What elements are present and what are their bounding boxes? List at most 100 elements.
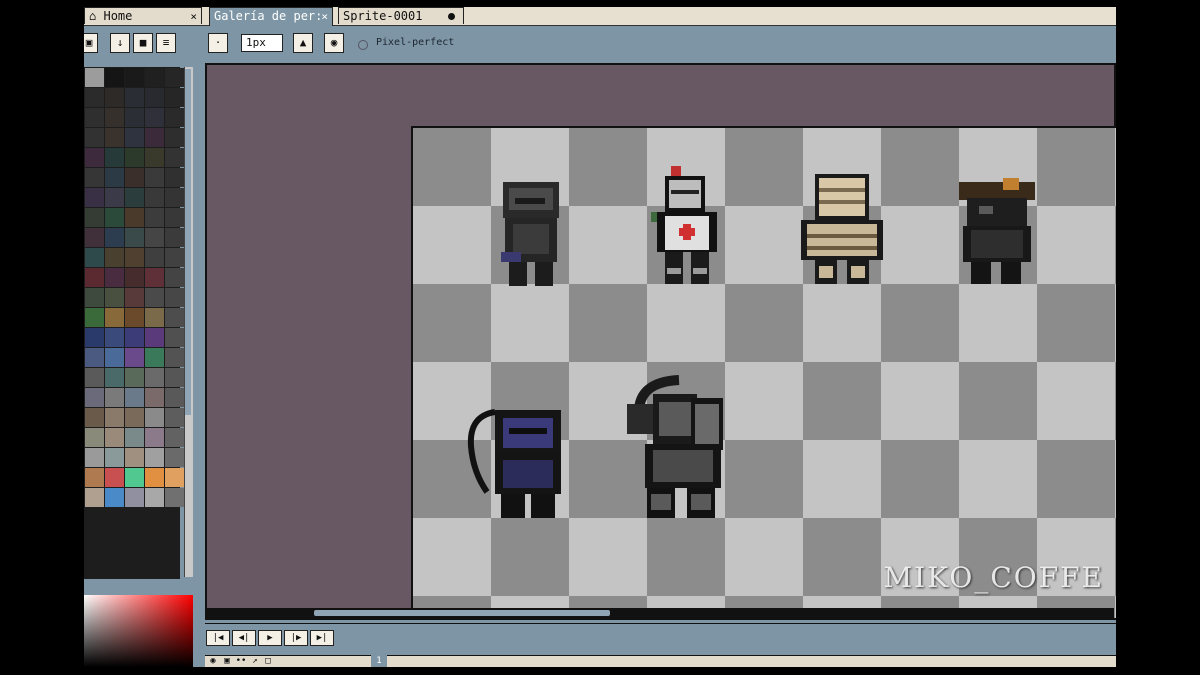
palette-swatch[interactable] [125,348,144,367]
link-icon[interactable]: ↗ [249,656,261,666]
pixel-perfect-checkbox[interactable] [358,40,368,50]
palette-swatch[interactable] [85,188,104,207]
palette-swatch[interactable] [165,188,184,207]
palette-swatch[interactable] [125,68,144,87]
palette-swatch[interactable] [165,328,184,347]
palette-swatch[interactable] [125,408,144,427]
palette-swatch[interactable] [105,348,124,367]
palette-swatch[interactable] [105,308,124,327]
palette-swatch[interactable] [145,408,164,427]
prev-frame-icon[interactable]: ◀| [232,630,256,646]
palette-swatch[interactable] [165,308,184,327]
palette-swatch[interactable] [85,468,104,487]
palette-swatch[interactable] [85,348,104,367]
palette-swatch[interactable] [105,208,124,227]
palette-swatch[interactable] [165,168,184,187]
palette-swatch[interactable] [145,308,164,327]
lock-icon[interactable]: ▣ [84,33,98,53]
first-frame-icon[interactable]: |◀ [206,630,230,646]
palette-swatch[interactable] [125,228,144,247]
palette-swatch[interactable] [85,88,104,107]
palette-swatch[interactable] [165,128,184,147]
palette-swatch[interactable] [165,368,184,387]
palette-swatch[interactable] [165,68,184,87]
palette-swatch[interactable] [105,468,124,487]
palette-swatch[interactable] [145,248,164,267]
palette-swatch[interactable] [125,288,144,307]
palette-swatch[interactable] [165,88,184,107]
palette-swatch[interactable] [125,448,144,467]
palette-swatch[interactable] [165,288,184,307]
palette-swatch[interactable] [145,328,164,347]
palette-swatch[interactable] [105,128,124,147]
palette-swatch[interactable] [125,488,144,507]
play-icon[interactable]: ▶ [258,630,282,646]
palette-swatch[interactable] [125,368,144,387]
palette-swatch[interactable] [105,428,124,447]
palette-swatch[interactable] [85,408,104,427]
menu-icon[interactable]: ≡ [156,33,176,53]
palette-swatch[interactable] [85,388,104,407]
canvas-scroll-thumb[interactable] [314,610,610,616]
palette-swatch[interactable] [105,328,124,347]
palette-swatch[interactable] [105,188,124,207]
palette-swatch[interactable] [165,428,184,447]
palette-swatch[interactable] [125,428,144,447]
palette-swatch[interactable] [125,468,144,487]
tab-sprite[interactable]: Sprite-0001 [338,7,464,24]
palette-swatch[interactable] [145,388,164,407]
close-icon[interactable]: × [190,8,197,24]
palette-swatch[interactable] [165,448,184,467]
tab-home[interactable]: ⌂ Home × [84,7,202,24]
palette-swatch[interactable] [145,488,164,507]
palette-swatch[interactable] [145,148,164,167]
palette-swatch[interactable] [125,308,144,327]
palette-swatch[interactable] [85,168,104,187]
palette-swatch[interactable] [85,288,104,307]
palette-swatch[interactable] [125,128,144,147]
palette-swatch[interactable] [165,228,184,247]
onion-skin-icon[interactable]: ◉ [207,656,219,666]
palette-swatch[interactable] [105,448,124,467]
palette-swatch[interactable] [85,128,104,147]
palette-swatch[interactable] [165,148,184,167]
palette-swatch[interactable] [125,388,144,407]
color-picker-field[interactable] [84,595,193,667]
palette-swatch[interactable] [125,148,144,167]
palette-swatch[interactable] [145,168,164,187]
frame-number[interactable]: 1 [371,655,387,667]
ink-icon[interactable]: ▲ [293,33,313,53]
palette-swatch[interactable] [85,368,104,387]
palette-swatch[interactable] [145,208,164,227]
close-icon[interactable]: × [321,8,328,25]
palette-swatch[interactable] [145,348,164,367]
palette-swatch[interactable] [125,208,144,227]
brush-type-dot-icon[interactable]: · [208,33,228,53]
palette-swatch[interactable] [85,328,104,347]
palette-swatch[interactable] [165,268,184,287]
palette-swatch[interactable] [85,308,104,327]
palette-swatch[interactable] [85,428,104,447]
palette-swatch[interactable] [145,468,164,487]
stop-square-icon[interactable]: ■ [133,33,153,53]
palette-swatch[interactable] [85,488,104,507]
palette-swatch[interactable] [85,68,104,87]
palette-swatch[interactable] [105,388,124,407]
palette-swatch[interactable] [85,448,104,467]
palette-swatch[interactable] [145,228,164,247]
visibility-icon[interactable]: •• [235,656,247,666]
tab-galeria[interactable]: Galería de per: × [209,7,333,26]
palette-swatch[interactable] [105,228,124,247]
palette-swatch[interactable] [165,348,184,367]
lock-layer-icon[interactable]: ▣ [221,656,233,666]
brush-size-field[interactable]: 1px [241,34,283,52]
palette-swatch[interactable] [105,148,124,167]
palette-swatch[interactable] [105,408,124,427]
palette-swatch[interactable] [125,168,144,187]
palette-swatch[interactable] [85,228,104,247]
palette-swatch[interactable] [145,88,164,107]
palette-swatch[interactable] [125,328,144,347]
palette-swatch[interactable] [85,108,104,127]
next-frame-icon[interactable]: |▶ [284,630,308,646]
palette-swatch[interactable] [105,108,124,127]
